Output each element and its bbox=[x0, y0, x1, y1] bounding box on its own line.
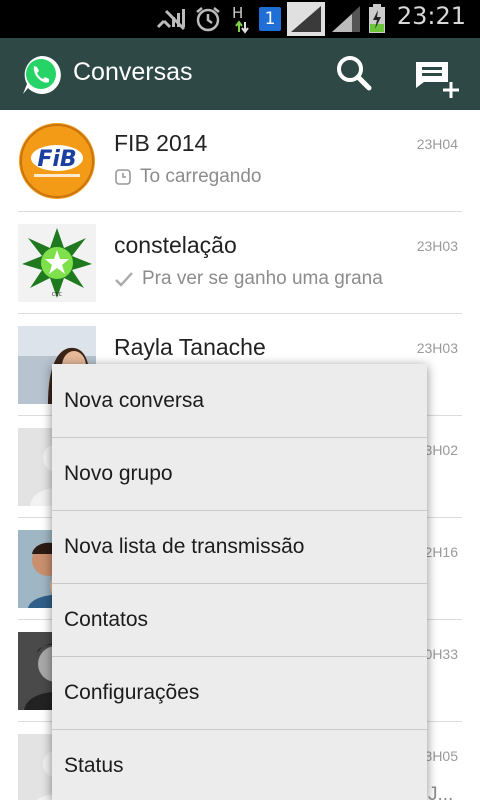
data-arrows-icon bbox=[235, 20, 249, 34]
contact-name: FIB 2014 bbox=[114, 130, 208, 156]
menu-item-configuracoes[interactable]: Configurações bbox=[52, 656, 427, 729]
whatsapp-logo-icon[interactable] bbox=[20, 54, 62, 96]
avatar-logo-text: FiB bbox=[37, 147, 76, 172]
message-time: 23H04 bbox=[416, 136, 458, 152]
avatar: CEC bbox=[18, 224, 96, 302]
avatar: FiB bbox=[18, 122, 96, 200]
conversation-row[interactable]: FiB FIB 2014 23H04 To carregando bbox=[0, 110, 480, 212]
alarm-icon bbox=[196, 7, 220, 32]
menu-item-nova-lista[interactable]: Nova lista de transmissão bbox=[52, 510, 427, 583]
preview-text: Pra ver se ganho uma grana bbox=[142, 268, 383, 289]
menu-item-novo-grupo[interactable]: Novo grupo bbox=[52, 437, 427, 510]
message-preview: J... bbox=[428, 784, 453, 800]
conversation-row[interactable]: CEC constelação 23H03 Pra ver se ganho u… bbox=[0, 212, 480, 314]
new-chat-button[interactable] bbox=[410, 52, 460, 98]
search-button[interactable] bbox=[330, 52, 380, 96]
menu-item-nova-conversa[interactable]: Nova conversa bbox=[52, 364, 427, 437]
message-time: 3H05 bbox=[424, 748, 458, 764]
preview-text: To carregando bbox=[140, 166, 262, 187]
overflow-menu: Nova conversa Novo grupo Nova lista de t… bbox=[52, 364, 427, 800]
new-chat-icon bbox=[416, 62, 459, 98]
message-time: 23H03 bbox=[416, 340, 458, 356]
page-title: Conversas bbox=[73, 58, 193, 86]
sim-badge-icon: 1 bbox=[259, 7, 281, 31]
battery-charging-icon bbox=[369, 4, 385, 33]
menu-item-status[interactable]: Status bbox=[52, 729, 427, 800]
status-bar: H 1 23:21 bbox=[0, 0, 480, 38]
clock-icon bbox=[115, 169, 131, 185]
clock: 23:21 bbox=[396, 2, 466, 30]
search-icon bbox=[337, 56, 372, 91]
message-time: 23H03 bbox=[416, 238, 458, 254]
contact-name: Rayla Tanache bbox=[114, 334, 266, 360]
check-icon bbox=[115, 272, 133, 287]
action-bar: Conversas bbox=[0, 38, 480, 110]
avatar-logo-text: CEC bbox=[52, 292, 63, 298]
message-time: 2H16 bbox=[424, 544, 458, 560]
contact-name: constelação bbox=[114, 232, 237, 258]
no-signal-icon bbox=[156, 9, 186, 31]
message-preview: To carregando bbox=[114, 166, 261, 188]
menu-item-contatos[interactable]: Contatos bbox=[52, 583, 427, 656]
message-preview: Pra ver se ganho uma grana bbox=[114, 268, 383, 290]
signal-icon bbox=[332, 6, 360, 32]
preview-text: J... bbox=[428, 784, 454, 800]
message-time: 3H02 bbox=[424, 442, 458, 458]
message-time: 0H33 bbox=[424, 646, 458, 662]
signal-full-icon bbox=[287, 2, 325, 36]
